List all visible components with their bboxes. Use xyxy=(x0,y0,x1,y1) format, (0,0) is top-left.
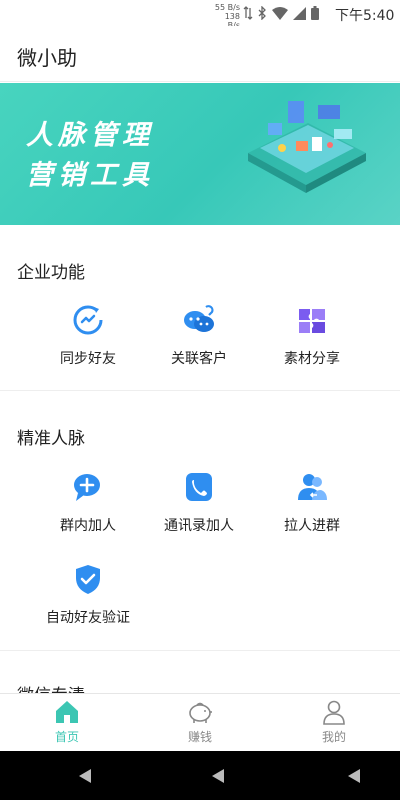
feature-label: 关联客户 xyxy=(171,351,227,367)
data-transfer-icon xyxy=(243,6,253,20)
feature-invite-to-group[interactable]: 拉人进群 xyxy=(262,470,362,535)
banner-headline-1: 人脉管理 xyxy=(26,120,154,151)
feature-group-add[interactable]: 群内加人 xyxy=(38,470,138,535)
invite-to-group-icon xyxy=(298,474,327,500)
home-icon xyxy=(56,701,78,723)
tab-earn[interactable]: 赚钱 xyxy=(150,698,250,745)
clock: 下午5:40 xyxy=(335,8,395,24)
tab-home[interactable]: 首页 xyxy=(17,698,117,745)
section-divider xyxy=(0,650,400,651)
banner-headline-2: 营销工具 xyxy=(26,160,154,191)
wifi-icon xyxy=(272,6,288,20)
feature-label: 拉人进群 xyxy=(284,518,340,534)
feature-label: 通讯录加人 xyxy=(164,518,234,534)
contacts-add-icon xyxy=(186,473,212,501)
group-add-icon xyxy=(74,474,100,501)
battery-icon xyxy=(311,6,319,20)
section-title-enterprise: 企业功能 xyxy=(17,263,85,283)
bluetooth-icon xyxy=(258,6,266,20)
tab-profile[interactable]: 我的 xyxy=(284,698,384,745)
profile-icon xyxy=(323,700,345,725)
feature-material-share[interactable]: 素材分享 xyxy=(262,303,362,368)
back-triangle-icon[interactable] xyxy=(76,767,94,785)
promo-banner[interactable]: 人脉管理 营销工具 xyxy=(0,83,400,225)
feature-label: 同步好友 xyxy=(60,351,116,367)
section-divider xyxy=(0,390,400,391)
speed-up: 55 B/s xyxy=(214,3,240,12)
feature-label: 自动好友验证 xyxy=(46,610,130,626)
feature-link-customers[interactable]: 关联客户 xyxy=(149,303,249,368)
system-nav-bar xyxy=(0,751,400,800)
feature-contacts-add[interactable]: 通讯录加人 xyxy=(149,470,249,535)
piggy-bank-icon xyxy=(189,702,212,723)
tab-label: 我的 xyxy=(321,730,346,744)
feature-auto-verify[interactable]: 自动好友验证 xyxy=(38,562,138,627)
section-title-precise: 精准人脉 xyxy=(17,429,85,449)
bottom-tab-bar: 首页 赚钱 我的 xyxy=(0,693,400,751)
back-triangle-icon[interactable] xyxy=(345,767,363,785)
feature-sync-friends[interactable]: 同步好友 xyxy=(38,303,138,368)
feature-label: 素材分享 xyxy=(284,351,340,367)
status-icons xyxy=(243,4,319,22)
back-triangle-icon[interactable] xyxy=(209,767,227,785)
material-share-icon xyxy=(299,309,325,333)
banner-illustration xyxy=(248,101,366,193)
page-title: 微小助 xyxy=(17,46,77,70)
link-customers-icon xyxy=(184,305,214,332)
status-bar: 55 B/s 138 B/s 下午5:40 xyxy=(0,0,400,30)
tab-label: 赚钱 xyxy=(187,730,212,744)
app-header: 微小助 xyxy=(0,26,400,82)
auto-verify-icon xyxy=(76,565,100,594)
tab-label: 首页 xyxy=(54,730,79,744)
sync-friends-icon xyxy=(73,305,103,335)
signal-icon xyxy=(293,6,306,20)
feature-label: 群内加人 xyxy=(60,518,116,534)
